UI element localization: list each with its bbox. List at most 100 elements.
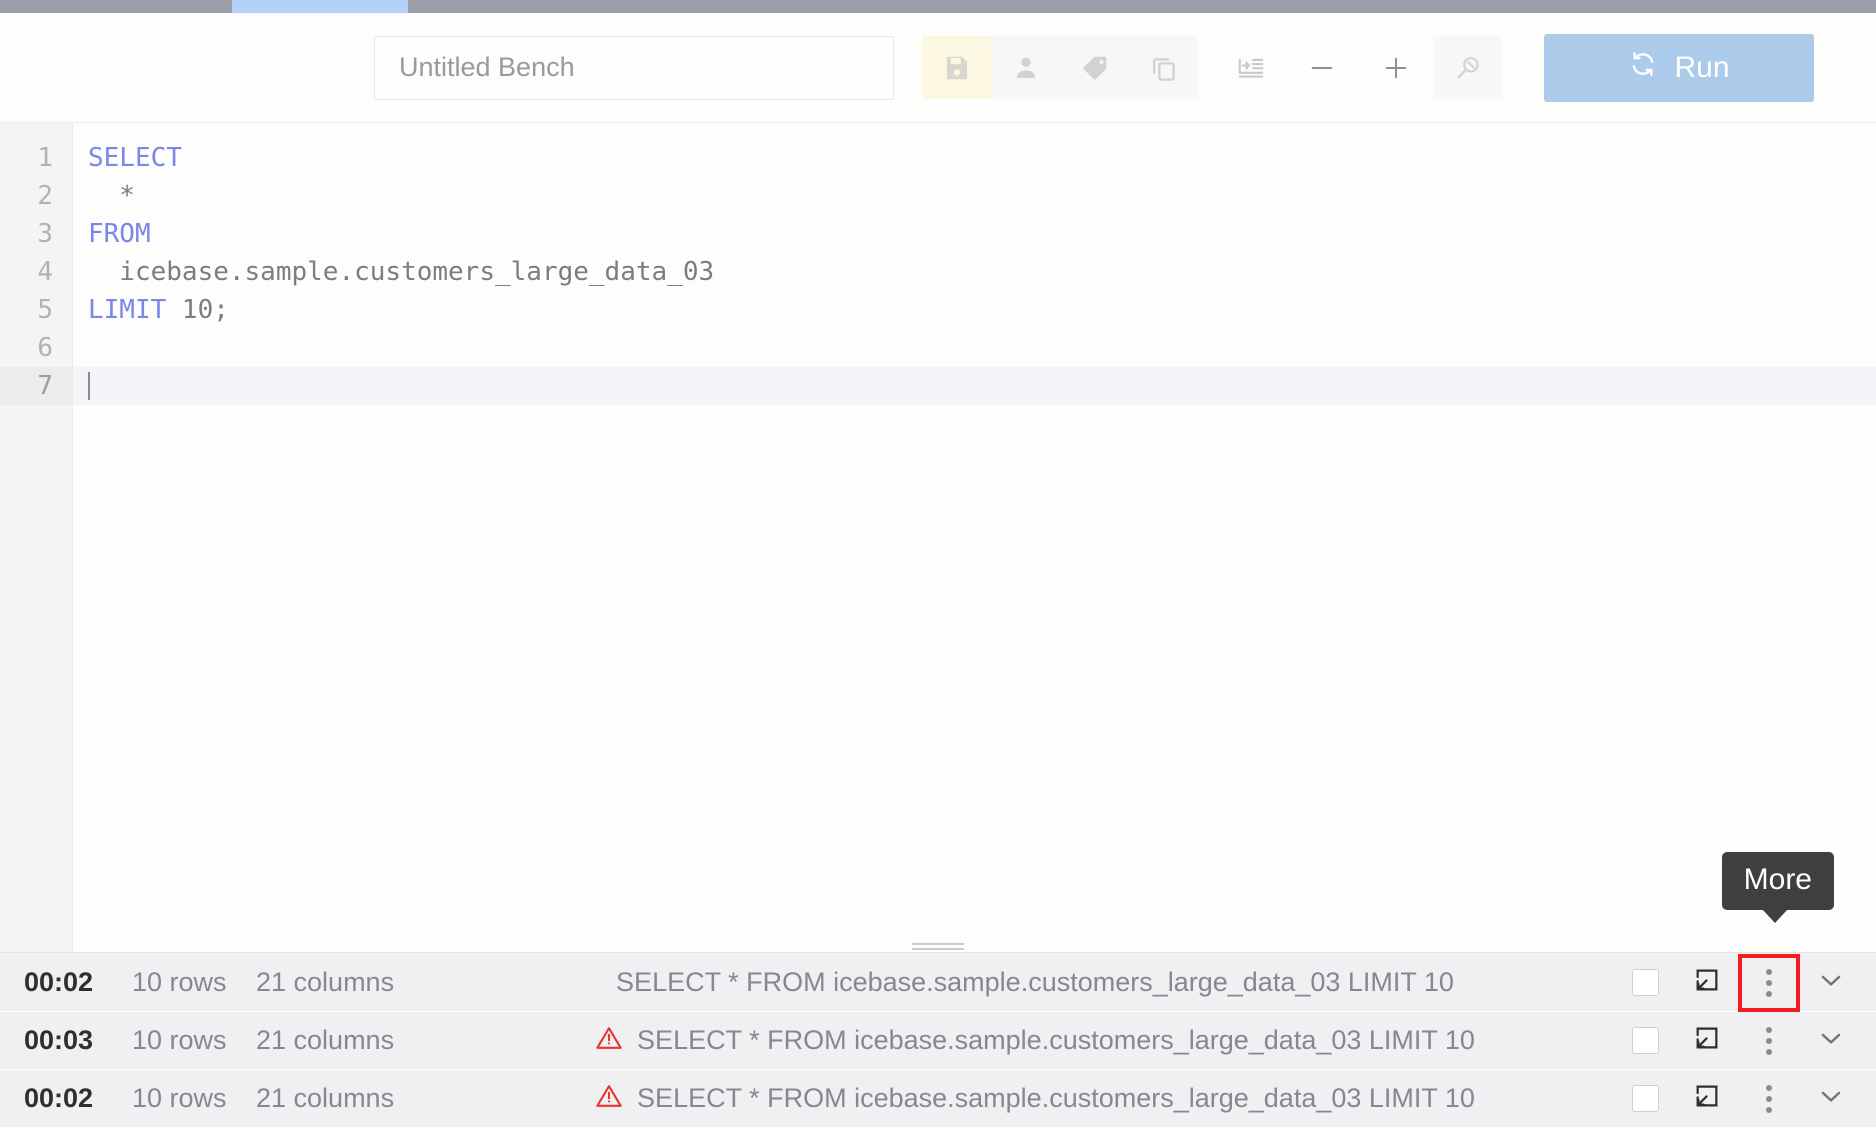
collapse-row-button[interactable] (1800, 954, 1862, 1012)
result-column-count: 21 columns (256, 1083, 395, 1113)
result-query-text: SELECT * FROM icebase.sample.customers_l… (616, 967, 1454, 997)
editor-code-line[interactable]: icebase.sample.customers_large_data_03 (73, 253, 1876, 291)
resize-grip-icon[interactable] (907, 941, 969, 952)
refresh-icon (1628, 49, 1658, 87)
result-row-count: 10 rows (132, 1025, 227, 1055)
run-button[interactable]: Run (1544, 33, 1814, 102)
browser-tab-active[interactable] (232, 0, 408, 13)
result-row[interactable]: 00:03 10 rows 21 columns SELECT * FROM iceb… (0, 1012, 1876, 1070)
result-query-text: SELECT * FROM icebase.sample.customers_l… (637, 1025, 1475, 1055)
save-button[interactable] (922, 36, 991, 99)
more-vertical-icon (1766, 968, 1772, 997)
editor-code-line[interactable]: SELECT (73, 139, 1876, 177)
editor-line-number: 3 (37, 219, 53, 249)
checkbox-icon (1631, 1085, 1659, 1112)
result-query-wrapper: SELECT * FROM icebase.sample.customers_l… (456, 1082, 1614, 1115)
format-sql-button[interactable] (1216, 36, 1285, 99)
sql-text: 10; (166, 295, 229, 325)
more-options-button[interactable] (1738, 953, 1800, 1012)
text-cursor (88, 372, 90, 400)
tags-button[interactable] (1060, 36, 1129, 99)
result-duration: 00:03 (24, 1025, 94, 1055)
result-duration: 00:02 (24, 967, 94, 997)
editor-code-line[interactable]: LIMIT 10; (73, 291, 1876, 329)
editor-code-line[interactable]: * (73, 177, 1876, 215)
open-in-panel-icon (1693, 1082, 1721, 1115)
more-options-button[interactable] (1738, 1012, 1800, 1070)
result-row-controls (1614, 1070, 1876, 1128)
more-vertical-icon (1766, 1084, 1772, 1113)
copy-icon (1149, 53, 1179, 83)
chevron-down-icon (1816, 965, 1846, 1000)
editor-code-line[interactable] (73, 329, 1876, 367)
collapse-row-button[interactable] (1800, 1070, 1862, 1128)
result-column-count: 21 columns (256, 967, 395, 997)
open-in-panel-icon (1693, 966, 1721, 999)
result-query-text: SELECT * FROM icebase.sample.customers_l… (637, 1083, 1475, 1113)
bench-toolbar: Run (0, 13, 1876, 123)
more-tooltip-label: More (1743, 863, 1812, 896)
sql-keyword: FROM (88, 219, 151, 249)
editor-line-number: 2 (37, 181, 53, 211)
chevron-down-icon (1816, 1023, 1846, 1058)
query-search-icon (1453, 53, 1483, 83)
tag-icon (1080, 53, 1110, 83)
sql-text: icebase.sample.customers_large_data_03 (88, 257, 715, 287)
editor-line-number: 5 (37, 295, 53, 325)
open-in-panel-button[interactable] (1676, 1012, 1738, 1070)
result-query-wrapper: SELECT * FROM icebase.sample.customers_l… (456, 967, 1614, 998)
sql-keyword: SELECT (88, 143, 182, 173)
run-button-label: Run (1674, 50, 1730, 84)
result-row-count: 10 rows (132, 967, 227, 997)
editor-code-line[interactable]: FROM (73, 215, 1876, 253)
sql-editor[interactable]: 1 2 3 4 5 6 7 SELECT * FROM icebase.sample.cust… (0, 123, 1876, 952)
open-in-panel-button[interactable] (1676, 954, 1738, 1012)
plus-icon (1380, 52, 1412, 84)
result-row-controls (1614, 1012, 1876, 1070)
user-icon (1011, 53, 1041, 83)
checkbox-icon (1631, 1027, 1659, 1054)
editor-line-number: 4 (37, 257, 53, 287)
results-panel: 00:02 10 rows 21 columns SELECT * FROM iceb… (0, 941, 1876, 1128)
editor-code-line[interactable] (73, 367, 1876, 405)
result-query-wrapper: SELECT * FROM icebase.sample.customers_l… (456, 1024, 1614, 1057)
panel-resize-handle[interactable] (0, 941, 1876, 954)
more-vertical-icon (1766, 1026, 1772, 1055)
sql-text: * (88, 181, 135, 211)
save-icon (942, 53, 972, 83)
result-row-checkbox[interactable] (1614, 1070, 1676, 1128)
editor-code-area[interactable]: SELECT * FROM icebase.sample.customers_la… (73, 123, 1876, 952)
sql-keyword: LIMIT (88, 295, 167, 325)
warning-triangle-icon (595, 1024, 623, 1057)
account-button[interactable] (991, 36, 1060, 99)
chevron-down-icon (1816, 1081, 1846, 1116)
zoom-in-button[interactable] (1359, 36, 1433, 99)
result-column-count: 21 columns (256, 1025, 395, 1055)
result-row-checkbox[interactable] (1614, 954, 1676, 1012)
result-row[interactable]: 00:02 10 rows 21 columns SELECT * FROM iceb… (0, 953, 1876, 1012)
format-icon (1236, 53, 1266, 83)
result-duration: 00:02 (24, 1083, 94, 1113)
result-row[interactable]: 00:02 10 rows 21 columns SELECT * FROM iceb… (0, 1070, 1876, 1128)
editor-line-number: 1 (37, 143, 53, 173)
editor-gutter: 1 2 3 4 5 6 7 (0, 123, 73, 952)
editor-line-number: 6 (37, 333, 53, 363)
warning-triangle-icon (595, 1082, 623, 1115)
more-tooltip: More (1721, 852, 1834, 923)
duplicate-button[interactable] (1129, 36, 1198, 99)
result-row-checkbox[interactable] (1614, 1012, 1676, 1070)
editor-line-number: 7 (0, 367, 72, 405)
zoom-out-button[interactable] (1285, 36, 1359, 99)
app-root: Run 1 2 3 4 5 6 7 SELECT * FROM icebase.sample.… (0, 0, 1876, 1128)
open-in-panel-icon (1693, 1024, 1721, 1057)
more-options-button[interactable] (1738, 1070, 1800, 1128)
bench-title-input[interactable] (374, 35, 894, 100)
toolbar-icon-group (922, 36, 1502, 99)
minus-icon (1306, 52, 1338, 84)
open-in-panel-button[interactable] (1676, 1070, 1738, 1128)
collapse-row-button[interactable] (1800, 1012, 1862, 1070)
result-row-count: 10 rows (132, 1083, 227, 1113)
checkbox-icon (1631, 969, 1659, 996)
find-button[interactable] (1433, 36, 1502, 99)
